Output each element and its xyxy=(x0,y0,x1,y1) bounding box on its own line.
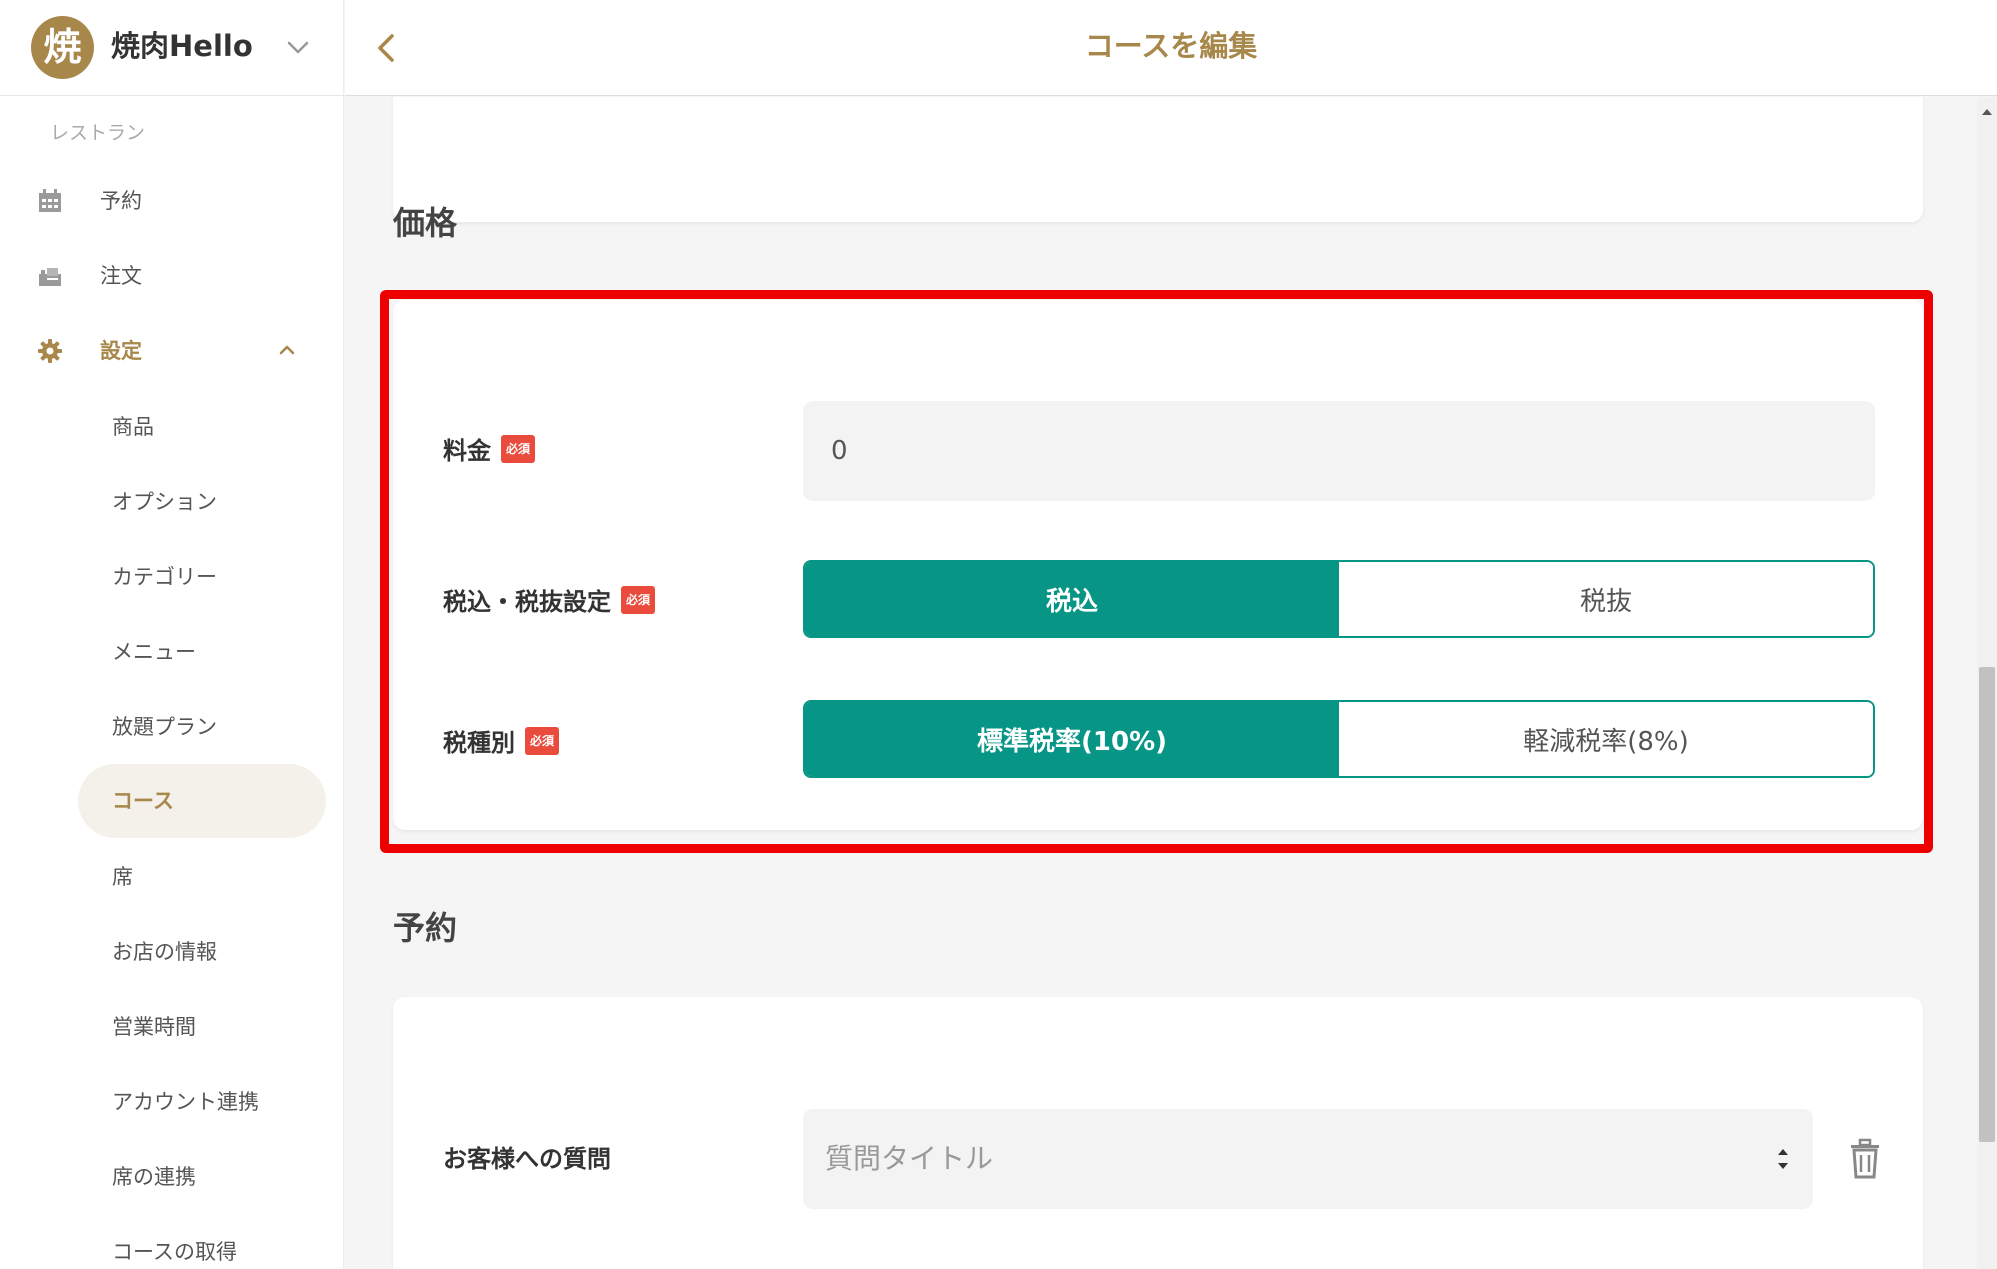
sidebar-item-reservations[interactable]: 予約 xyxy=(0,171,344,231)
order-icon xyxy=(39,268,61,286)
trash-icon[interactable] xyxy=(1845,1137,1885,1181)
tax-included-option[interactable]: 税込 xyxy=(805,562,1339,636)
sidebar-subitem-label: 席の連携 xyxy=(112,1165,196,1189)
sidebar-subitem-seat-link[interactable]: 席の連携 xyxy=(78,1140,326,1214)
sidebar-subitem-menu[interactable]: メニュー xyxy=(78,615,326,689)
scrollbar-thumb[interactable] xyxy=(1979,667,1995,1142)
page-title: コースを編集 xyxy=(1084,29,1258,63)
sidebar-subitem-label: コース xyxy=(112,789,174,813)
gear-icon xyxy=(38,339,62,363)
sidebar-subitem-label: カテゴリー xyxy=(112,565,217,589)
tax-setting-label: 税込・税抜設定 必須 xyxy=(443,582,656,622)
reservation-section-heading: 予約 xyxy=(393,909,458,947)
sidebar-item-label: 設定 xyxy=(100,339,142,363)
price-section-heading: 価格 xyxy=(393,204,458,242)
sidebar-subitem-categories[interactable]: カテゴリー xyxy=(78,540,326,614)
fee-input[interactable] xyxy=(803,401,1875,501)
main-content: 価格 料金必須 税込・税抜設定必須 税込 税抜 税種別必須 標準税率(10%) … xyxy=(345,97,1977,1269)
calendar-icon xyxy=(39,189,61,212)
question-title-placeholder: 質問タイトル xyxy=(825,1142,994,1175)
sidebar-subitem-products[interactable]: 商品 xyxy=(78,390,326,464)
restaurant-name: 焼肉Hello xyxy=(111,29,253,63)
sidebar-item-label: 予約 xyxy=(100,189,142,213)
sidebar-subitem-business-hours[interactable]: 営業時間 xyxy=(78,990,326,1064)
previous-section-card xyxy=(393,97,1923,222)
chevron-up-icon xyxy=(279,345,295,355)
select-arrows-icon xyxy=(1778,1149,1788,1169)
tax-excluded-option[interactable]: 税抜 xyxy=(1339,562,1873,636)
sidebar-subitem-options[interactable]: オプション xyxy=(78,465,326,539)
sidebar-subitem-courses[interactable]: コース xyxy=(78,764,326,838)
tax-setting-label-text: 税込・税抜設定 xyxy=(443,588,611,616)
required-badge: 必須 xyxy=(621,586,656,614)
customer-question-label: お客様への質問 xyxy=(443,1145,611,1173)
sidebar-item-orders[interactable]: 注文 xyxy=(0,246,344,306)
page-header: コースを編集 xyxy=(345,0,1997,96)
sidebar-subitem-all-you-can-plans[interactable]: 放題プラン xyxy=(78,690,326,764)
required-badge: 必須 xyxy=(501,435,536,463)
sidebar-subitem-label: 商品 xyxy=(112,415,154,439)
sidebar-section-label: レストラン xyxy=(50,122,146,144)
back-arrow-icon[interactable] xyxy=(365,26,409,70)
scrollbar[interactable] xyxy=(1977,97,1997,1269)
sidebar-subitem-label: コースの取得 xyxy=(112,1240,237,1264)
reservation-card: お客様への質問 質問タイトル xyxy=(393,997,1923,1269)
sidebar-subitem-course-import[interactable]: コースの取得 xyxy=(78,1215,326,1269)
fee-label: 料金 必須 xyxy=(443,431,536,471)
question-title-select[interactable]: 質問タイトル xyxy=(803,1109,1813,1209)
price-card: 料金必須 税込・税抜設定必須 税込 税抜 税種別必須 標準税率(10%) 軽減税… xyxy=(393,300,1923,830)
standard-tax-rate-option[interactable]: 標準税率(10%) xyxy=(805,702,1339,776)
sidebar-subitem-label: 席 xyxy=(112,865,133,889)
scroll-up-arrow-icon[interactable] xyxy=(1981,107,1993,117)
sidebar: 焼 焼肉Hello レストラン 予約 注文 設定 商品 オプション カテゴリー … xyxy=(0,0,344,1269)
sidebar-subitem-account-link[interactable]: アカウント連携 xyxy=(78,1065,326,1139)
sidebar-subitem-label: 放題プラン xyxy=(112,715,217,739)
restaurant-logo: 焼 xyxy=(31,16,94,79)
chevron-down-icon[interactable] xyxy=(283,32,313,62)
restaurant-switcher[interactable]: 焼 焼肉Hello xyxy=(0,0,344,96)
sidebar-subitem-label: お店の情報 xyxy=(112,940,217,964)
required-badge: 必須 xyxy=(525,727,560,755)
reduced-tax-rate-option[interactable]: 軽減税率(8%) xyxy=(1339,702,1873,776)
sidebar-subitem-label: メニュー xyxy=(112,640,196,664)
sidebar-item-settings[interactable]: 設定 xyxy=(0,321,344,381)
sidebar-subitem-label: 営業時間 xyxy=(112,1015,196,1039)
tax-type-label-text: 税種別 xyxy=(443,729,515,757)
sidebar-subitem-label: オプション xyxy=(112,490,217,514)
tax-type-toggle: 標準税率(10%) 軽減税率(8%) xyxy=(803,700,1875,778)
sidebar-item-label: 注文 xyxy=(100,264,142,288)
sidebar-subitem-label: アカウント連携 xyxy=(112,1090,259,1114)
sidebar-subitem-seats[interactable]: 席 xyxy=(78,840,326,914)
sidebar-subitem-store-info[interactable]: お店の情報 xyxy=(78,915,326,989)
fee-label-text: 料金 xyxy=(443,437,491,465)
tax-type-label: 税種別 必須 xyxy=(443,723,560,763)
tax-setting-toggle: 税込 税抜 xyxy=(803,560,1875,638)
